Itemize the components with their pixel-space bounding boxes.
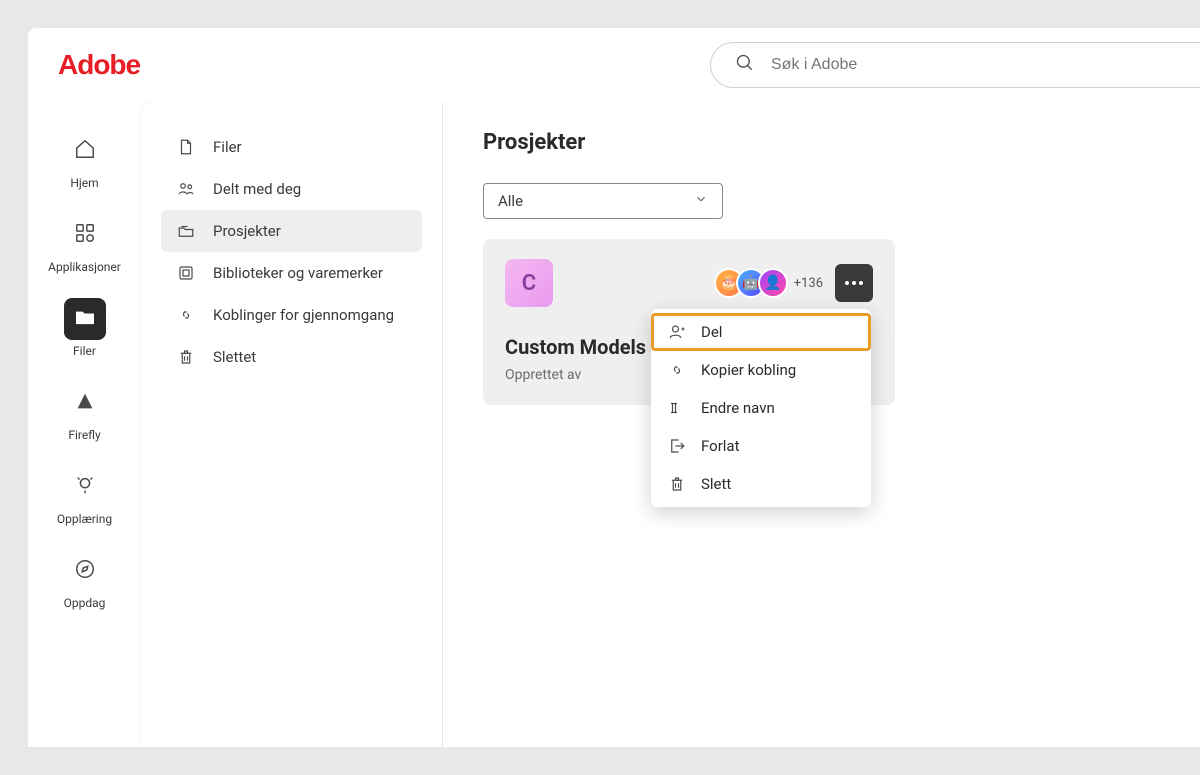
filter-label: Alle [498, 192, 523, 210]
rail-label: Oppdag [64, 596, 106, 610]
left-rail: Hjem Applikasjoner Filer Firefly Opplæri… [28, 102, 141, 747]
trash-icon [175, 348, 197, 366]
dots-icon [845, 281, 849, 285]
body: Hjem Applikasjoner Filer Firefly Opplæri… [28, 102, 1200, 747]
apps-icon [74, 222, 96, 248]
avatar-overflow-count: +136 [794, 276, 823, 291]
menu-item-leave[interactable]: Forlat [651, 427, 871, 465]
menu-item-label: Slett [701, 475, 731, 493]
menu-item-share[interactable]: Del [651, 313, 871, 351]
more-button[interactable] [835, 264, 873, 302]
sidebar: Filer Delt med deg Prosjekter Biblioteke… [141, 102, 443, 747]
compass-icon [74, 558, 96, 584]
rail-item-apps[interactable]: Applikasjoner [45, 214, 125, 274]
library-icon [175, 264, 197, 282]
collaborator-avatars: 🎂 🤖 👤 +136 [714, 268, 823, 298]
rail-item-files[interactable]: Filer [45, 298, 125, 358]
sidebar-item-label: Koblinger for gjennomgang [213, 306, 394, 324]
sidebar-item-label: Biblioteker og varemerker [213, 264, 383, 282]
search-bar[interactable] [710, 42, 1200, 88]
menu-item-label: Del [701, 323, 722, 341]
main: Prosjekter Alle C 🎂 🤖 👤 +136 [443, 102, 1200, 747]
sidebar-item-shared[interactable]: Delt med deg [161, 168, 422, 210]
chevron-down-icon [694, 192, 708, 210]
link-icon [175, 306, 197, 324]
card-right: 🎂 🤖 👤 +136 [714, 264, 873, 302]
search-input[interactable] [771, 56, 1176, 74]
filter-dropdown[interactable]: Alle [483, 183, 723, 219]
rail-label: Hjem [70, 176, 98, 190]
sidebar-item-deleted[interactable]: Slettet [161, 336, 422, 378]
file-icon [175, 138, 197, 156]
trash-icon [667, 475, 687, 493]
sidebar-item-label: Prosjekter [213, 222, 281, 240]
exit-icon [667, 437, 687, 455]
menu-item-rename[interactable]: Endre navn [651, 389, 871, 427]
sidebar-item-label: Slettet [213, 348, 256, 366]
content: Filer Delt med deg Prosjekter Biblioteke… [141, 102, 1200, 747]
sidebar-item-label: Delt med deg [213, 180, 301, 198]
search-icon [735, 53, 755, 77]
rail-label: Firefly [68, 428, 100, 442]
rail-label: Filer [73, 344, 96, 358]
projects-icon [175, 222, 197, 240]
sidebar-item-review-links[interactable]: Koblinger for gjennomgang [161, 294, 422, 336]
rail-label: Opplæring [57, 512, 112, 526]
menu-item-delete[interactable]: Slett [651, 465, 871, 503]
rename-icon [667, 399, 687, 417]
user-add-icon [667, 323, 687, 341]
project-thumb: C [505, 259, 553, 307]
project-card[interactable]: C 🎂 🤖 👤 +136 [483, 239, 895, 405]
sidebar-item-projects[interactable]: Prosjekter [161, 210, 422, 252]
rail-item-discover[interactable]: Oppdag [45, 550, 125, 610]
people-icon [175, 180, 197, 198]
rail-label: Applikasjoner [48, 260, 121, 274]
firefly-icon [74, 390, 96, 416]
header: Adobe [28, 28, 1200, 102]
sidebar-item-libraries[interactable]: Biblioteker og varemerker [161, 252, 422, 294]
search-wrap [180, 42, 1200, 88]
menu-item-copy-link[interactable]: Kopier kobling [651, 351, 871, 389]
sidebar-item-files[interactable]: Filer [161, 126, 422, 168]
page-title: Prosjekter [483, 130, 1160, 155]
lightbulb-icon [74, 474, 96, 500]
menu-item-label: Forlat [701, 437, 740, 455]
home-icon [74, 138, 96, 164]
adobe-logo: Adobe [58, 49, 140, 81]
avatar: 👤 [758, 268, 788, 298]
app-window: Adobe Hjem Applikasjoner Filer [28, 28, 1200, 747]
folder-icon [74, 306, 96, 332]
sidebar-item-label: Filer [213, 138, 242, 156]
menu-item-label: Endre navn [701, 399, 775, 417]
rail-item-learn[interactable]: Opplæring [45, 466, 125, 526]
menu-item-label: Kopier kobling [701, 361, 796, 379]
card-top: C 🎂 🤖 👤 +136 [505, 259, 873, 307]
link-icon [667, 361, 687, 379]
rail-item-home[interactable]: Hjem [45, 130, 125, 190]
rail-item-firefly[interactable]: Firefly [45, 382, 125, 442]
context-menu: Del Kopier kobling Endre navn Forla [651, 309, 871, 507]
